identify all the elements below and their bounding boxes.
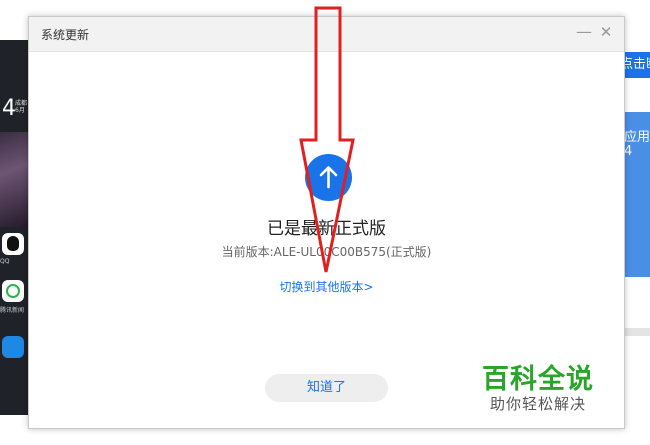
watermark-title: 百科全说 — [482, 364, 594, 395]
watermark-subtitle: 助你轻松解决 — [490, 395, 587, 413]
